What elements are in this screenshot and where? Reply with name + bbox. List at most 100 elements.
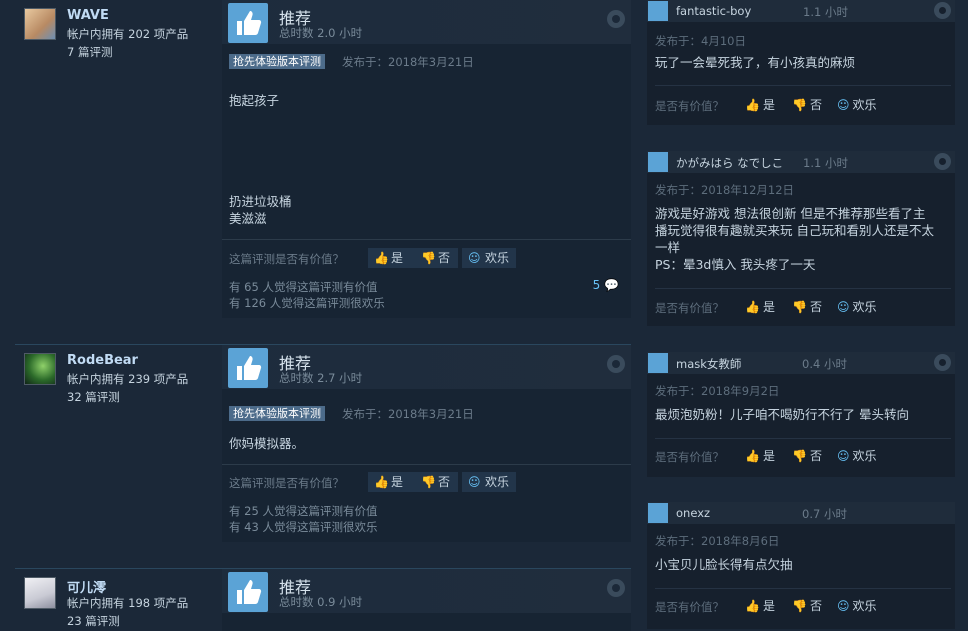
steam-icon (934, 2, 951, 19)
vote-yes-button[interactable]: 👍 是 (745, 297, 775, 317)
side-review-text: 一样 (655, 240, 681, 255)
helpful-question: 是否有价值？ (655, 600, 724, 614)
reviewer-name[interactable]: RodeBear (67, 353, 138, 368)
reviewer-name[interactable]: WAVE (67, 8, 109, 23)
products-owned[interactable]: 帐户内拥有 198 项产品 (67, 595, 188, 611)
side-review-user[interactable]: fantastic-boy (676, 4, 751, 18)
divider (655, 288, 951, 289)
side-review-text: 最烦泡奶粉！儿子咱不喝奶行不行了 晕头转向 (655, 407, 909, 422)
hours-played: 总时数 2.0 小时 (279, 26, 363, 40)
smiley-icon: ☺ (468, 475, 481, 489)
thumbs-up-icon: 👍 (745, 449, 760, 463)
divider (655, 588, 951, 589)
reviewer-info: WAVE 帐户内拥有 202 项产品 7 篇评测 (15, 0, 220, 318)
products-owned[interactable]: 帐户内拥有 202 项产品 (67, 26, 188, 42)
thumbs-down-icon: 👎 (792, 300, 807, 314)
posted-date: 发布于：2018年12月12日 (655, 183, 795, 197)
side-review-header: onexz 0.7 小时 (647, 502, 955, 524)
smiley-icon: ☺ (468, 251, 481, 265)
thumbs-up-icon: 👍 (374, 251, 389, 265)
helpful-question: 是否有价值？ (655, 301, 724, 315)
posted-date: 发布于：2018年3月21日 (342, 407, 474, 421)
funny-count: 有 126 人觉得这篇评测很欢乐 (229, 296, 385, 310)
vote-funny-button[interactable]: ☺ 欢乐 (837, 446, 877, 466)
steam-icon (607, 10, 625, 28)
divider (222, 464, 631, 465)
vote-yes-button[interactable]: 👍 是 (745, 596, 775, 616)
reviewer-name[interactable]: 可儿澪 (67, 577, 106, 596)
side-review-text: 小宝贝儿脸长得有点欠抽 (655, 557, 793, 572)
side-review-user[interactable]: かがみはら なでしこ (676, 155, 783, 171)
vote-no-button[interactable]: 👎 否 (792, 95, 822, 115)
helpful-question: 这篇评测是否有价值？ (229, 252, 344, 266)
side-review-user[interactable]: mask女教師 (676, 356, 741, 372)
early-access-badge: 抢先体验版本评测 (229, 54, 325, 69)
vote-no-button[interactable]: 👎 否 (415, 248, 458, 268)
early-access-badge: 抢先体验版本评测 (229, 406, 325, 421)
review-body: 推荐 总时数 0.9 小时 (222, 569, 631, 631)
side-review-text: 玩了一会晕死我了，有小孩真的麻烦 (655, 55, 856, 70)
products-owned[interactable]: 帐户内拥有 239 项产品 (67, 371, 188, 387)
avatar[interactable] (24, 8, 56, 40)
steam-icon (607, 355, 625, 373)
avatar[interactable] (24, 577, 56, 609)
thumbs-down-icon: 👎 (421, 475, 436, 489)
thumbs-up-icon (228, 572, 268, 612)
side-review-header: fantastic-boy 1.1 小时 (647, 0, 955, 22)
side-review-header: かがみはら なでしこ 1.1 小时 (647, 151, 955, 173)
review-card: RodeBear 帐户内拥有 239 项产品 32 篇评测 推荐 总时数 2.7… (15, 345, 631, 542)
comment-count[interactable]: 5 💬 (593, 278, 619, 292)
vote-funny-button[interactable]: ☺ 欢乐 (837, 95, 877, 115)
review-count[interactable]: 7 篇评测 (67, 44, 112, 60)
avatar[interactable] (24, 353, 56, 385)
vote-yes-label: 是 (762, 300, 775, 314)
thumbs-up-icon (648, 353, 668, 373)
smiley-icon: ☺ (837, 599, 850, 613)
reviewer-info: 可儿澪 帐户内拥有 198 项产品 23 篇评测 (15, 569, 220, 631)
review-body: 推荐 总时数 2.7 小时 抢先体验版本评测 发布于：2018年3月21日 你妈… (222, 345, 631, 542)
vote-no-button[interactable]: 👎 否 (792, 297, 822, 317)
vote-yes-label: 是 (762, 98, 775, 112)
review-body: 推荐 总时数 2.0 小时 抢先体验版本评测 发布于：2018年3月21日 抱起… (222, 0, 631, 318)
vote-no-button[interactable]: 👎 否 (792, 596, 822, 616)
vote-funny-button[interactable]: ☺ 欢乐 (462, 248, 516, 268)
vote-funny-button[interactable]: ☺ 欢乐 (837, 596, 877, 616)
reviewer-info: RodeBear 帐户内拥有 239 项产品 32 篇评测 (15, 345, 220, 542)
review-count[interactable]: 32 篇评测 (67, 389, 120, 405)
review-card: WAVE 帐户内拥有 202 项产品 7 篇评测 推荐 总时数 2.0 小时 抢… (15, 0, 631, 318)
vote-yes-button[interactable]: 👍 是 (745, 446, 775, 466)
vote-no-button[interactable]: 👎 否 (415, 472, 458, 492)
vote-funny-label: 欢乐 (485, 251, 510, 265)
hours-played: 总时数 2.7 小时 (279, 371, 363, 385)
vote-no-label: 否 (438, 251, 451, 265)
vote-yes-label: 是 (762, 599, 775, 613)
review-text: 你妈模拟器。 (229, 436, 305, 451)
posted-date: 发布于：2018年9月2日 (655, 384, 780, 398)
thumbs-down-icon: 👎 (792, 599, 807, 613)
side-review-card: fantastic-boy 1.1 小时 发布于：4月10日 玩了一会晕死我了，… (647, 0, 955, 125)
thumbs-up-icon (648, 152, 668, 172)
side-review-hours: 0.4 小时 (802, 357, 847, 371)
vote-no-label: 否 (809, 98, 822, 112)
side-review-card: かがみはら なでしこ 1.1 小时 发布于：2018年12月12日 游戏是好游戏… (647, 151, 955, 326)
thumbs-up-icon: 👍 (745, 300, 760, 314)
side-review-user[interactable]: onexz (676, 506, 710, 520)
review-header: 推荐 总时数 2.7 小时 (222, 345, 631, 389)
side-review-text: PS：晕3d慎入 我头疼了一天 (655, 257, 816, 272)
side-review-text: 播玩觉得很有趣就买来玩 自己玩和看别人还是不太 (655, 223, 934, 238)
thumbs-up-icon (648, 1, 668, 21)
smiley-icon: ☺ (837, 300, 850, 314)
vote-no-button[interactable]: 👎 否 (792, 446, 822, 466)
vote-funny-button[interactable]: ☺ 欢乐 (462, 472, 516, 492)
funny-count: 有 43 人觉得这篇评测很欢乐 (229, 520, 378, 534)
vote-yes-button[interactable]: 👍 是 (745, 95, 775, 115)
helpful-question: 是否有价值？ (655, 99, 724, 113)
divider (655, 438, 951, 439)
review-count[interactable]: 23 篇评测 (67, 613, 120, 629)
vote-funny-button[interactable]: ☺ 欢乐 (837, 297, 877, 317)
helpful-count: 有 25 人觉得这篇评测有价值 (229, 504, 378, 518)
side-review-hours: 1.1 小时 (803, 156, 848, 170)
vote-no-label: 否 (809, 599, 822, 613)
thumbs-up-icon (228, 3, 268, 43)
steam-icon (934, 153, 951, 170)
